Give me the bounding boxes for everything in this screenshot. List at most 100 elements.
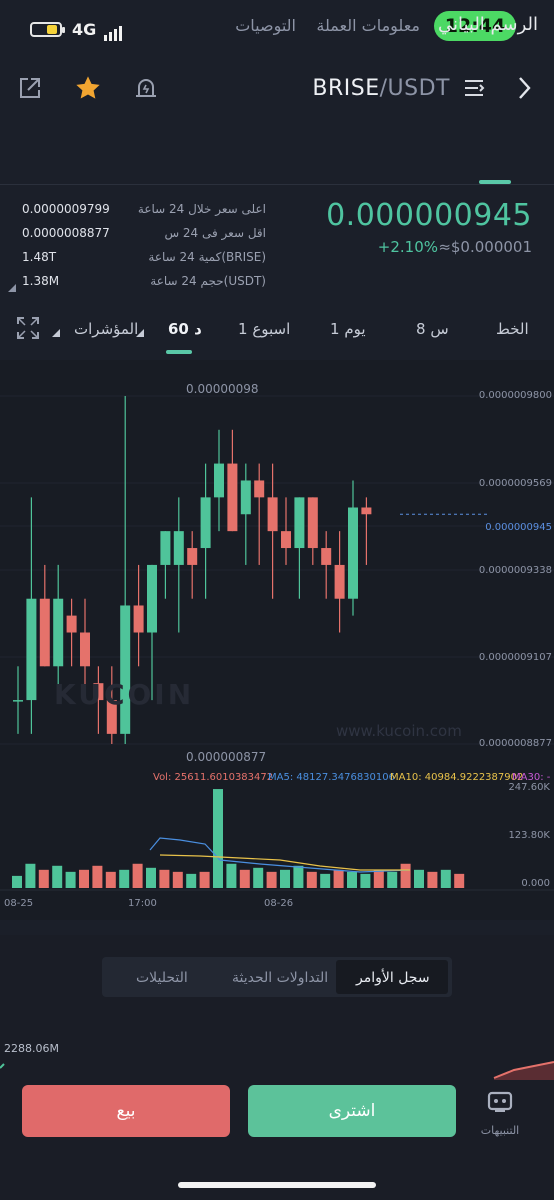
- amount-24h-value: 1.48T: [22, 250, 57, 264]
- signal-icon: [104, 22, 124, 41]
- volume-24h-label: حجم 24 ساعة(USDT): [150, 274, 266, 288]
- volume-bar: [226, 863, 237, 888]
- sell-button[interactable]: بيع: [22, 1085, 230, 1137]
- interval-1d[interactable]: 1 يوم: [330, 320, 366, 338]
- volume-bar: [172, 871, 183, 888]
- volume-bar: [373, 869, 384, 888]
- menu-list-icon[interactable]: [458, 72, 490, 104]
- candle-body: [39, 598, 50, 667]
- depth-chart: [0, 1061, 554, 1080]
- candle-body: [348, 507, 358, 599]
- candle-body: [240, 480, 251, 515]
- low-24h-value: 0.0000008877: [22, 226, 110, 240]
- price-alert-bell-icon[interactable]: [130, 72, 162, 104]
- interval-line[interactable]: الخط: [496, 320, 529, 338]
- candlestick-chart[interactable]: [0, 360, 554, 920]
- chart-area[interactable]: [0, 360, 554, 920]
- volume-bar: [333, 869, 344, 888]
- volume-bar: [400, 863, 411, 888]
- y-tick-4: 0.0000009107: [478, 652, 552, 663]
- candle-body: [294, 497, 305, 549]
- candle-body: [147, 564, 157, 633]
- main-tabs: [0, 128, 554, 185]
- volume-bar: [253, 867, 264, 888]
- volume-bar: [280, 869, 290, 888]
- candle-body: [307, 497, 318, 549]
- volume-bar: [427, 871, 438, 888]
- interval-indicators[interactable]: المؤشرات: [74, 320, 138, 338]
- pair-base: BRISE: [312, 76, 380, 101]
- candle-body: [173, 531, 184, 565]
- candle-body: [80, 632, 90, 667]
- share-icon[interactable]: [14, 72, 46, 104]
- tab-recent-trades[interactable]: التداولات الحديثة: [232, 970, 328, 986]
- y-tick-1: 0.0000009569: [478, 478, 552, 489]
- volume-bar: [199, 871, 210, 888]
- volume-bar: [266, 871, 277, 888]
- volume-bar: [360, 873, 371, 888]
- candle-body: [200, 497, 211, 549]
- interval-8h[interactable]: 8 س: [416, 320, 449, 338]
- candle-body: [133, 605, 144, 633]
- vol-tick-2: 0.000: [521, 878, 550, 889]
- alerts-bot-icon[interactable]: [484, 1086, 516, 1118]
- volume-bar: [132, 863, 143, 888]
- alerts-label[interactable]: التنبيهات: [470, 1124, 530, 1137]
- candle-body: [361, 507, 372, 515]
- ma10-line: [159, 854, 410, 871]
- candle-body: [120, 605, 131, 734]
- candle-body: [214, 463, 224, 498]
- candle-body: [160, 531, 171, 565]
- tab-analysis[interactable]: التحليلات: [136, 970, 188, 986]
- high-24h-value: 0.0000009799: [22, 202, 110, 216]
- volume-bar: [159, 869, 170, 888]
- high-24h-label: اعلى سعر خلال 24 ساعة: [137, 202, 266, 216]
- price-change: +2.10%: [377, 238, 438, 256]
- candle-body: [26, 598, 37, 701]
- chevron-right-icon[interactable]: [508, 72, 540, 104]
- volume-bar: [414, 869, 424, 888]
- interval-60m[interactable]: 60 د: [168, 320, 202, 338]
- y-tick-0: 0.0000009800: [478, 390, 552, 401]
- volume-bar: [213, 789, 223, 888]
- star-icon[interactable]: [72, 72, 104, 104]
- tab-order-book[interactable]: سجل الأوامر: [356, 970, 430, 986]
- candle-body: [66, 615, 77, 633]
- volume-bar: [79, 869, 89, 888]
- buy-button[interactable]: اشترى: [248, 1085, 456, 1137]
- interval-active-indicator: [166, 350, 192, 354]
- volume-bar: [146, 867, 156, 888]
- vol-legend-ma10: MA10: 40984.9222387902: [390, 772, 524, 783]
- candle-body: [267, 497, 278, 532]
- candle-body: [254, 480, 265, 498]
- volume-bar: [25, 863, 36, 888]
- volume-bar: [12, 875, 22, 888]
- candle-body: [334, 564, 345, 599]
- volume-bar: [454, 873, 465, 888]
- fullscreen-icon[interactable]: [12, 312, 44, 344]
- tab-coin-info[interactable]: معلومات العملة: [316, 16, 420, 35]
- volume-bar: [92, 865, 103, 888]
- candle-body: [321, 548, 332, 565]
- vol-tick-0: 247.60K: [508, 782, 550, 793]
- x-tick-2: 08-26: [264, 898, 294, 909]
- volume-bar: [293, 865, 304, 888]
- ma5-line: [149, 837, 411, 873]
- interval-1w[interactable]: 1 اسبوع: [238, 320, 290, 338]
- volume-bar: [440, 869, 451, 888]
- last-price: 0.000000945: [326, 198, 532, 233]
- pair-quote: /USDT: [379, 76, 450, 101]
- vol-tick-1: 123.80K: [508, 830, 550, 841]
- vol-legend-vol: Vol: 25611.6010383472: [153, 772, 274, 783]
- tab-chart[interactable]: الرسم البياني: [438, 14, 538, 35]
- volume-bar: [38, 869, 49, 888]
- trading-pair-title[interactable]: BRISE/USDT: [312, 76, 450, 101]
- volume-bar: [52, 865, 63, 888]
- battery-icon: [30, 22, 65, 37]
- price-usd-approx: ≈$0.000001: [438, 238, 532, 256]
- candle-body: [187, 548, 198, 565]
- volume-bar: [186, 873, 197, 888]
- y-tick-current: 0.000000945: [485, 522, 552, 533]
- tab-recommendations[interactable]: التوصيات: [235, 16, 296, 35]
- candle-body: [281, 531, 291, 549]
